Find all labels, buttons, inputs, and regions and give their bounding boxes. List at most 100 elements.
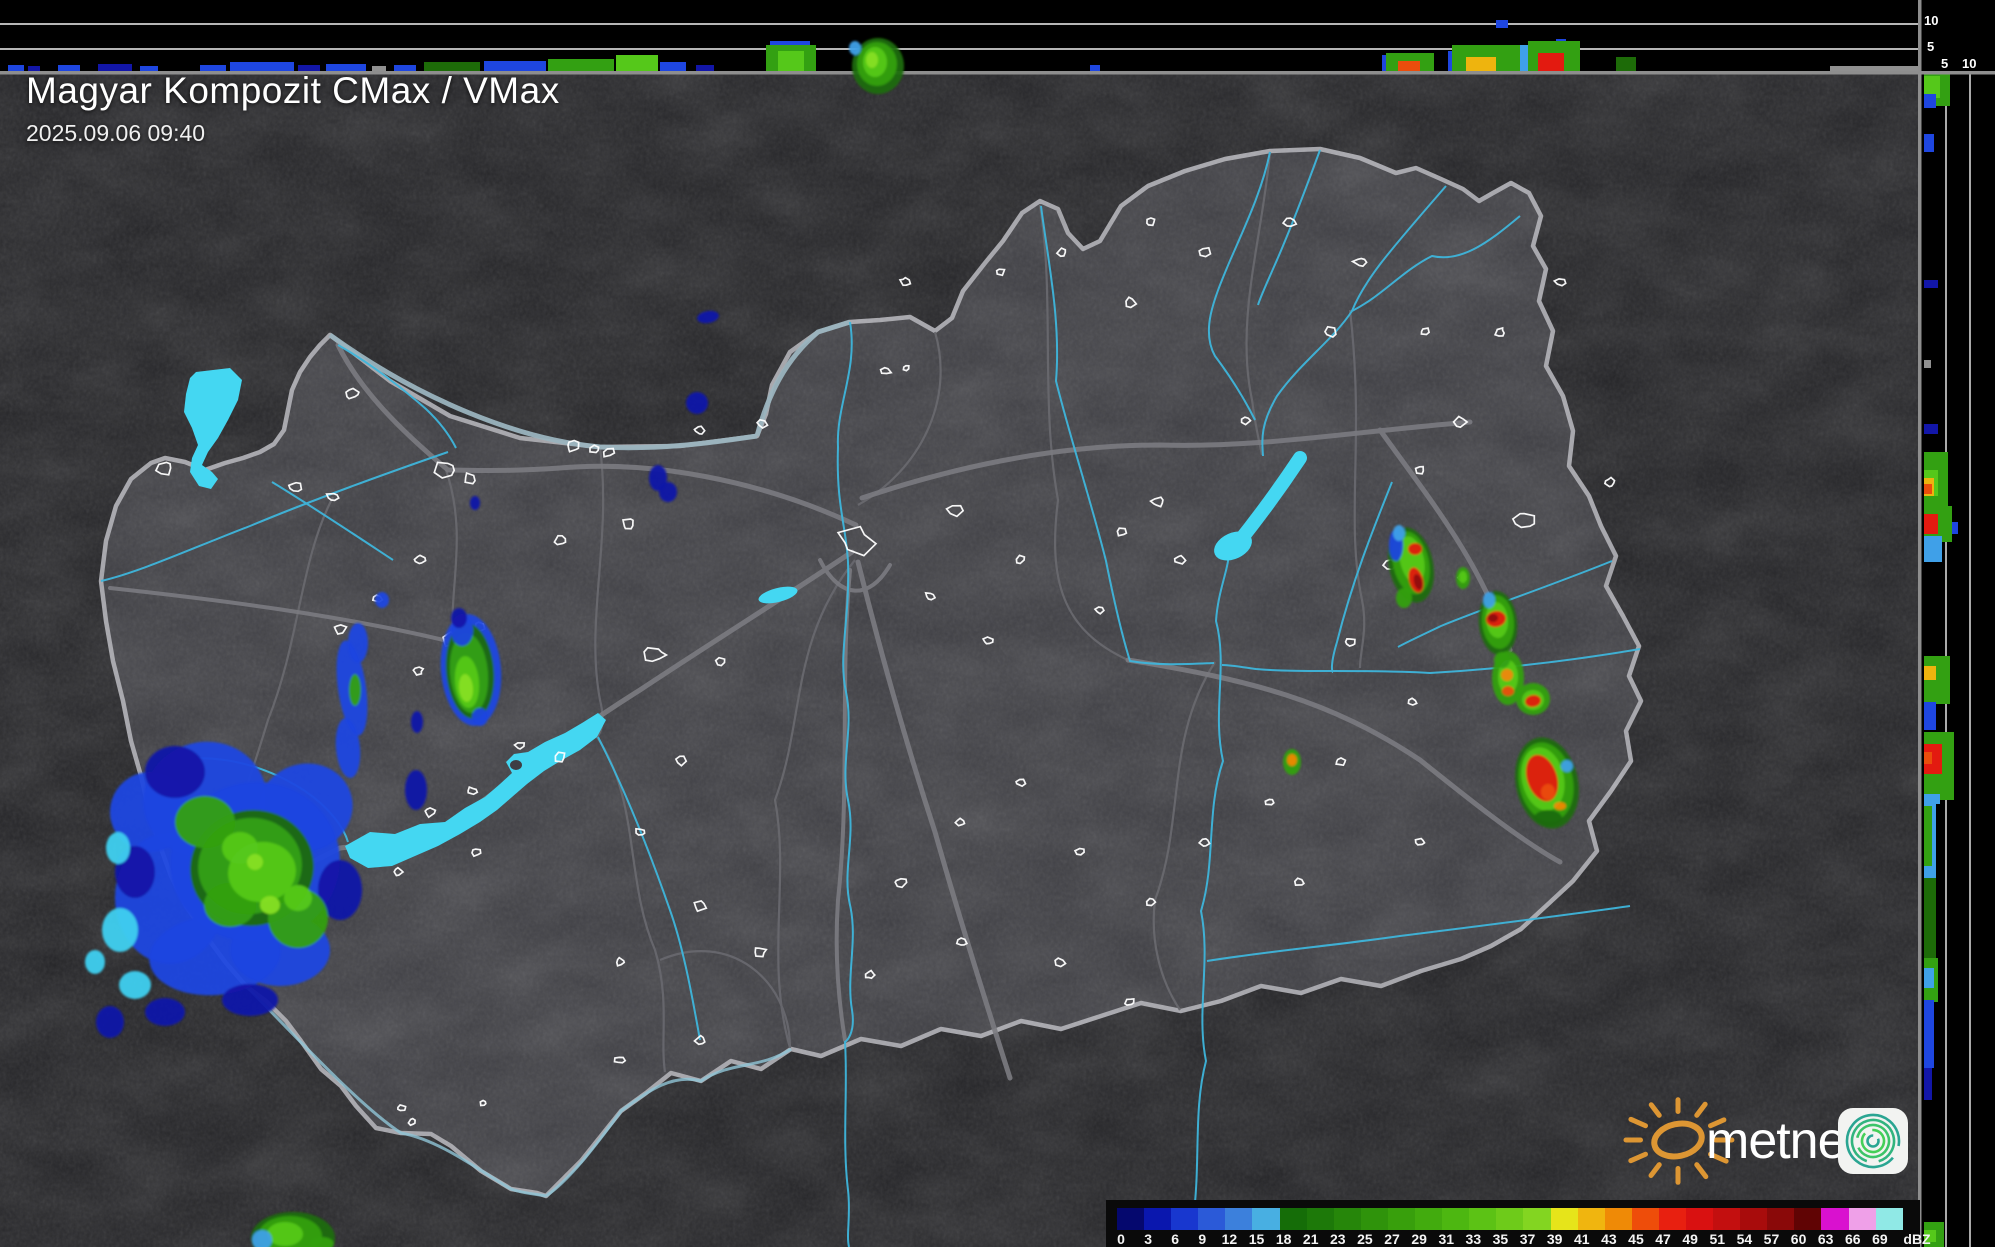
right-strip-echo — [1924, 360, 1931, 368]
scale-unit: dBZ — [1903, 1231, 1931, 1247]
scale-swatch — [1252, 1208, 1280, 1230]
scale-swatch — [1658, 1208, 1686, 1230]
radar-echo-blob — [85, 950, 105, 974]
scale-tick: 49 — [1682, 1231, 1698, 1247]
scale-tick: 63 — [1817, 1231, 1834, 1247]
scale-tick: 12 — [1221, 1231, 1238, 1247]
scale-swatch — [1848, 1208, 1876, 1230]
radar-echo-blob — [222, 984, 278, 1016]
scale-tick: 66 — [1844, 1231, 1861, 1247]
scale-tick: 18 — [1275, 1231, 1292, 1247]
top-strip-echo — [1616, 57, 1636, 71]
radar-echo-blob — [1393, 525, 1405, 541]
right-strip-axis-10km: 10 — [1962, 56, 1977, 71]
scale-swatch — [1360, 1208, 1388, 1230]
right-strip-echo — [1924, 752, 1932, 764]
radar-echo-blob — [1501, 669, 1513, 681]
scale-swatch — [1198, 1208, 1226, 1230]
right-strip-echo — [1924, 280, 1938, 288]
right-strip-echo — [1924, 968, 1934, 988]
radar-echo-blob — [1483, 592, 1495, 608]
scale-tick: 33 — [1465, 1231, 1482, 1247]
radar-echo-blob — [849, 41, 861, 55]
right-strip-echo — [1924, 878, 1936, 962]
top-strip-echo — [660, 62, 686, 71]
timestamp: 2025.09.06 09:40 — [26, 120, 206, 146]
scale-swatch — [1713, 1208, 1741, 1230]
top-strip-axis-5km: 5 — [1927, 39, 1935, 54]
scale-swatch — [1306, 1208, 1334, 1230]
logo-wordmark: metnet — [1706, 1112, 1861, 1170]
radar-echo-blob — [1459, 571, 1467, 583]
radar-echo-blob — [659, 482, 677, 502]
scale-tick: 29 — [1411, 1231, 1427, 1247]
scale-swatch — [1577, 1208, 1605, 1230]
right-strip-echo — [1924, 1000, 1934, 1068]
radar-echo-blob — [1494, 652, 1510, 668]
scale-tick: 0 — [1117, 1231, 1125, 1247]
page-title: Magyar Kompozit CMax / VMax — [26, 70, 560, 111]
scale-swatch — [1415, 1208, 1443, 1230]
radar-echo-blob — [1534, 810, 1562, 826]
radar-echo-blob — [1502, 686, 1514, 696]
radar-echo-blob — [119, 971, 151, 999]
top-strip-echo — [1090, 65, 1100, 71]
scale-tick: 51 — [1709, 1231, 1726, 1247]
radar-map-canvas: metnet — [0, 0, 1995, 1247]
right-strip-echo — [1924, 536, 1942, 562]
right-strip-echo — [1924, 702, 1936, 730]
radar-echo-blob — [106, 832, 130, 864]
right-strip-echo — [1924, 94, 1936, 108]
radar-echo-blob — [1488, 614, 1498, 622]
radar-echo-blob — [1541, 784, 1555, 800]
radar-echo-blob — [145, 746, 205, 798]
scale-swatch — [1740, 1208, 1768, 1230]
scale-tick: 6 — [1171, 1231, 1180, 1247]
scale-swatch — [1794, 1208, 1822, 1230]
scale-swatch — [1767, 1208, 1795, 1230]
scale-tick: 35 — [1492, 1231, 1509, 1247]
scale-swatch — [1225, 1208, 1253, 1230]
radar-echo-blob — [260, 896, 280, 914]
radar-app: metnet Magyar Kompozit CMax / VMax 2025.… — [0, 0, 1995, 1247]
scale-swatch — [1496, 1208, 1524, 1230]
top-strip-echo — [1830, 66, 1918, 71]
top-strip-echo — [696, 65, 714, 71]
scale-tick: 9 — [1198, 1231, 1207, 1247]
top-strip-echo — [778, 51, 804, 71]
radar-echo-blob — [686, 392, 708, 414]
scale-tick: 54 — [1736, 1231, 1753, 1247]
scale-tick: 41 — [1573, 1231, 1590, 1247]
scale-tick: 60 — [1790, 1231, 1807, 1247]
scale-swatch — [1550, 1208, 1578, 1230]
top-strip-echo — [8, 65, 24, 71]
radar-echo-blob — [1408, 543, 1422, 555]
radar-echo-blob — [102, 908, 138, 952]
scale-swatch — [1469, 1208, 1497, 1230]
right-strip-echo — [1924, 134, 1934, 152]
radar-echo-blob — [375, 592, 389, 608]
radar-echo-blob — [451, 608, 467, 628]
right-strip-echo — [1924, 484, 1932, 494]
radar-echo-blob — [349, 674, 361, 706]
scale-tick: 3 — [1144, 1231, 1152, 1247]
scale-tick: 37 — [1519, 1231, 1536, 1247]
title-block: Magyar Kompozit CMax / VMax 2025.09.06 0… — [26, 70, 560, 147]
scale-tick: 47 — [1655, 1231, 1671, 1247]
scale-swatch — [1333, 1208, 1361, 1230]
scale-tick: 23 — [1330, 1231, 1346, 1247]
scale-swatch — [1604, 1208, 1632, 1230]
scale-swatch — [1117, 1208, 1145, 1230]
scale-swatch — [1144, 1208, 1172, 1230]
scale-tick: 25 — [1357, 1231, 1373, 1247]
top-strip-echo — [1520, 45, 1528, 71]
radar-echo-blob — [267, 1222, 303, 1246]
scale-tick: 27 — [1384, 1231, 1400, 1247]
right-strip-echo — [1924, 424, 1938, 434]
scale-swatch — [1523, 1208, 1551, 1230]
radar-echo-blob — [1396, 588, 1412, 608]
scale-tick: 31 — [1438, 1231, 1455, 1247]
right-strip-axis-5km: 5 — [1941, 56, 1949, 71]
radar-echo-blob — [405, 770, 427, 810]
right-strip-echo — [1924, 1068, 1932, 1100]
